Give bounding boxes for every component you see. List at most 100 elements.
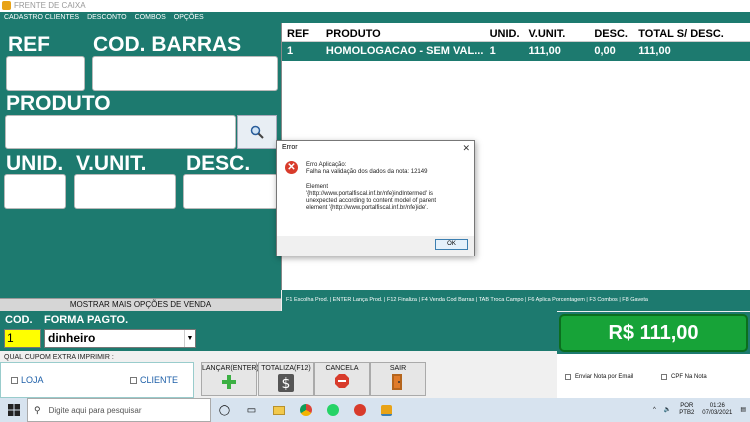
menu-cadastro-clientes[interactable]: CADASTRO CLIENTES <box>0 12 83 23</box>
col-ref: REF <box>287 28 309 40</box>
sair-label: SAIR <box>389 365 407 372</box>
produto-input[interactable] <box>5 115 236 149</box>
grid-header: REF PRODUTO UNID. V.UNIT. DESC. TOTAL S/… <box>282 26 750 42</box>
cell-produto: HOMOLOGACAO - SEM VAL... <box>325 45 484 57</box>
close-icon[interactable]: ✕ <box>462 141 470 155</box>
app-red-icon[interactable] <box>346 398 373 422</box>
unid-label: UNID. <box>6 152 64 175</box>
col-unid: UNID. <box>489 28 520 40</box>
lang-label: POR <box>680 403 694 409</box>
ref-input[interactable] <box>6 56 85 91</box>
cliente-checkbox[interactable]: CLIENTE <box>130 375 178 385</box>
menu-desconto[interactable]: DESCONTO <box>83 12 131 23</box>
sair-button[interactable]: SAIR <box>370 362 426 396</box>
checkbox-box <box>130 376 137 384</box>
dialog-footer: OK <box>277 236 474 256</box>
forma-pagto-select[interactable]: dinheiro ▼ <box>44 329 196 348</box>
cell-unid: 1 <box>489 45 496 57</box>
file-explorer-icon[interactable] <box>265 398 292 422</box>
dollar-icon: $ <box>259 374 313 392</box>
forma-pagto-label: FORMA PAGTO. <box>44 314 129 326</box>
task-view-icon[interactable]: ◯ <box>211 398 238 422</box>
cell-ref: 1 <box>287 45 294 57</box>
plus-icon <box>202 374 256 390</box>
col-vunit: V.UNIT. <box>528 28 566 40</box>
totaliza-label: TOTALIZA(F12) <box>261 365 311 372</box>
checkbox-box <box>11 376 18 384</box>
dialog-title: Error <box>282 144 298 151</box>
app-icon <box>2 1 11 10</box>
total-amount: R$ 111,00 <box>559 314 748 352</box>
col-produto: PRODUTO <box>325 28 381 40</box>
ok-button[interactable]: OK <box>435 239 468 250</box>
cancela-label: CANCELA <box>325 365 359 372</box>
taskbar-search[interactable]: ⚲ Digite aqui para pesquisar <box>27 398 211 422</box>
vunit-input[interactable] <box>74 174 176 209</box>
dropdown-arrow-icon[interactable]: ▼ <box>184 330 195 347</box>
chrome-icon[interactable] <box>292 398 319 422</box>
notification-icon[interactable]: ▤ <box>740 407 746 414</box>
loja-checkbox[interactable]: LOJA <box>11 375 44 385</box>
clock-time: 01:26 <box>709 403 725 409</box>
product-entry-panel: REF COD. BARRAS PRODUTO UNID. V.UNIT. DE… <box>0 23 281 298</box>
cod-label: COD. <box>5 314 33 326</box>
shortcuts-bar: F1 Escolha Prod. | ENTER Lança Prod. | F… <box>282 290 750 311</box>
ref-label: REF <box>8 33 50 56</box>
error-icon: ✕ <box>285 161 298 174</box>
unid-input[interactable] <box>4 174 66 209</box>
nota-options: Enviar Nota por Email CPF Na Nota <box>557 354 750 398</box>
cupom-label: QUAL CUPOM EXTRA IMPRIMIR : <box>4 354 114 361</box>
dialog-message: Erro Aplicação: Falha na validação dos d… <box>306 162 437 212</box>
cancela-button[interactable]: CANCELA <box>314 362 370 396</box>
menu-bar: CADASTRO CLIENTES DESCONTO COMBOS OPÇÕES <box>0 12 750 23</box>
layout-label: PTB2 <box>679 410 695 416</box>
menu-opcoes[interactable]: OPÇÕES <box>170 12 208 23</box>
cell-total: 111,00 <box>638 45 671 57</box>
lancar-label: LANÇAR(ENTER) <box>202 365 259 372</box>
product-search-button[interactable] <box>237 115 277 149</box>
title-bar: FRENTE DE CAIXA <box>0 0 750 12</box>
volume-icon[interactable]: 🔈 <box>664 407 671 414</box>
system-tray: ^ 🔈 POR PTB2 01:26 07/03/2021 ▤ <box>649 398 750 422</box>
search-placeholder: Digite aqui para pesquisar <box>48 405 142 415</box>
vunit-label: V.UNIT. <box>76 152 147 175</box>
barcode-input[interactable] <box>92 56 278 91</box>
cpf-checkbox[interactable]: CPF Na Nota <box>661 374 707 380</box>
more-options-button[interactable]: MOSTRAR MAIS OPÇÕES DE VENDA <box>0 298 281 311</box>
enviar-email-checkbox[interactable]: Enviar Nota por Email <box>565 374 633 380</box>
pdv-app-icon[interactable] <box>373 398 400 422</box>
barcode-label: COD. BARRAS <box>93 33 242 56</box>
enviar-email-label: Enviar Nota por Email <box>575 374 634 380</box>
cpf-label: CPF Na Nota <box>671 374 707 380</box>
clock[interactable]: 01:26 07/03/2021 <box>702 403 732 417</box>
payment-panel: COD. FORMA PAGTO. 1 dinheiro ▼ <box>0 311 557 351</box>
col-desc: DESC. <box>594 28 628 40</box>
dialog-title-bar: Error ✕ <box>277 141 474 155</box>
loja-label: LOJA <box>21 375 44 385</box>
cell-vunit: 111,00 <box>528 45 561 57</box>
cod-input[interactable]: 1 <box>4 329 41 348</box>
col-total: TOTAL S/ DESC. <box>638 28 724 40</box>
table-row[interactable]: 1 HOMOLOGACAO - SEM VAL... 1 111,00 0,00… <box>282 42 750 61</box>
stop-icon <box>315 374 369 388</box>
magnifier-icon <box>250 125 264 139</box>
window-title: FRENTE DE CAIXA <box>14 1 86 10</box>
start-button[interactable] <box>0 398 27 422</box>
task-switch-icon[interactable]: ▭ <box>238 398 265 422</box>
checkbox-box <box>661 374 667 380</box>
totaliza-button[interactable]: TOTALIZA(F12) $ <box>258 362 314 396</box>
cliente-label: CLIENTE <box>140 375 179 385</box>
chevron-up-icon[interactable]: ^ <box>653 407 656 414</box>
desc-input[interactable] <box>183 174 278 209</box>
language-indicator[interactable]: POR PTB2 <box>679 403 694 417</box>
whatsapp-icon[interactable] <box>319 398 346 422</box>
produto-label: PRODUTO <box>6 92 111 115</box>
menu-combos[interactable]: COMBOS <box>131 12 170 23</box>
lancar-button[interactable]: LANÇAR(ENTER) <box>201 362 259 396</box>
search-icon: ⚲ <box>34 404 41 415</box>
checkbox-box <box>565 374 571 380</box>
error-dialog: Error ✕ ✕ Erro Aplicação: Falha na valid… <box>276 140 475 256</box>
exit-door-icon <box>371 374 425 390</box>
cell-desc: 0,00 <box>594 45 616 57</box>
windows-icon <box>7 404 20 416</box>
